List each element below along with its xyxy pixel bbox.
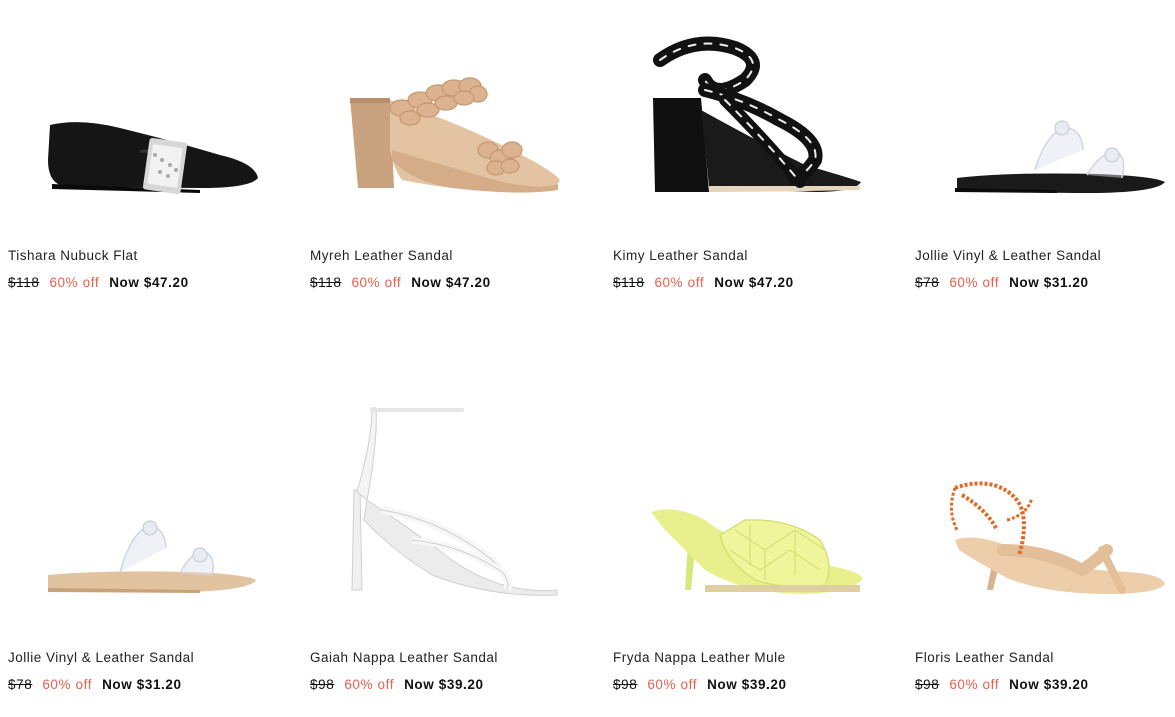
product-image[interactable] <box>605 0 895 235</box>
discount-label: 60% off <box>949 275 1000 290</box>
product-card[interactable]: Fryda Nappa Leather Mule $98 60% off Now $… <box>605 400 895 700</box>
original-price: $98 <box>613 677 638 692</box>
product-name[interactable]: Fryda Nappa Leather Mule <box>613 650 786 665</box>
sale-price: Now $39.20 <box>404 677 484 692</box>
product-price: $78 60% off Now $31.20 <box>915 275 1089 290</box>
product-grid: Tishara Nubuck Flat $118 60% off Now $47.2… <box>0 0 1175 717</box>
original-price: $98 <box>310 677 335 692</box>
product-card[interactable]: Myreh Leather Sandal $118 60% off Now $47.… <box>302 0 592 300</box>
sale-price: Now $47.20 <box>714 275 794 290</box>
original-price: $118 <box>310 275 342 290</box>
product-name[interactable]: Tishara Nubuck Flat <box>8 248 138 263</box>
original-price: $98 <box>915 677 940 692</box>
product-price: $98 60% off Now $39.20 <box>310 677 484 692</box>
product-card[interactable]: Kimy Leather Sandal $118 60% off Now $47.2… <box>605 0 895 300</box>
original-price: $78 <box>915 275 940 290</box>
product-card[interactable]: Tishara Nubuck Flat $118 60% off Now $47.2… <box>0 0 290 300</box>
discount-label: 60% off <box>42 677 93 692</box>
discount-label: 60% off <box>351 275 402 290</box>
product-image[interactable] <box>0 0 290 235</box>
product-name[interactable]: Kimy Leather Sandal <box>613 248 748 263</box>
sale-price: Now $47.20 <box>411 275 491 290</box>
sale-price: Now $47.20 <box>109 275 189 290</box>
product-image[interactable] <box>907 0 1175 235</box>
discount-label: 60% off <box>654 275 705 290</box>
product-card[interactable]: Floris Leather Sandal $98 60% off Now $39.… <box>907 400 1175 700</box>
product-price: $78 60% off Now $31.20 <box>8 677 182 692</box>
product-name[interactable]: Myreh Leather Sandal <box>310 248 453 263</box>
product-image[interactable] <box>302 0 592 235</box>
product-price: $118 60% off Now $47.20 <box>310 275 491 290</box>
product-name[interactable]: Gaiah Nappa Leather Sandal <box>310 650 498 665</box>
discount-label: 60% off <box>949 677 1000 692</box>
sale-price: Now $31.20 <box>1009 275 1089 290</box>
sale-price: Now $39.20 <box>707 677 787 692</box>
sale-price: Now $39.20 <box>1009 677 1089 692</box>
sale-price: Now $31.20 <box>102 677 182 692</box>
product-price: $118 60% off Now $47.20 <box>613 275 794 290</box>
discount-label: 60% off <box>344 677 395 692</box>
product-image[interactable] <box>907 400 1175 635</box>
product-image[interactable] <box>302 400 592 635</box>
product-card[interactable]: Jollie Vinyl & Leather Sandal $78 60% off… <box>907 0 1175 300</box>
original-price: $118 <box>613 275 645 290</box>
discount-label: 60% off <box>49 275 100 290</box>
product-price: $98 60% off Now $39.20 <box>915 677 1089 692</box>
discount-label: 60% off <box>647 677 698 692</box>
product-name[interactable]: Jollie Vinyl & Leather Sandal <box>8 650 194 665</box>
product-price: $98 60% off Now $39.20 <box>613 677 787 692</box>
product-name[interactable]: Jollie Vinyl & Leather Sandal <box>915 248 1101 263</box>
product-image[interactable] <box>0 400 290 635</box>
product-name[interactable]: Floris Leather Sandal <box>915 650 1054 665</box>
product-card[interactable]: Jollie Vinyl & Leather Sandal $78 60% off… <box>0 400 290 700</box>
product-image[interactable] <box>605 400 895 635</box>
original-price: $78 <box>8 677 33 692</box>
product-card[interactable]: Gaiah Nappa Leather Sandal $98 60% off Now… <box>302 400 592 700</box>
product-price: $118 60% off Now $47.20 <box>8 275 189 290</box>
original-price: $118 <box>8 275 40 290</box>
